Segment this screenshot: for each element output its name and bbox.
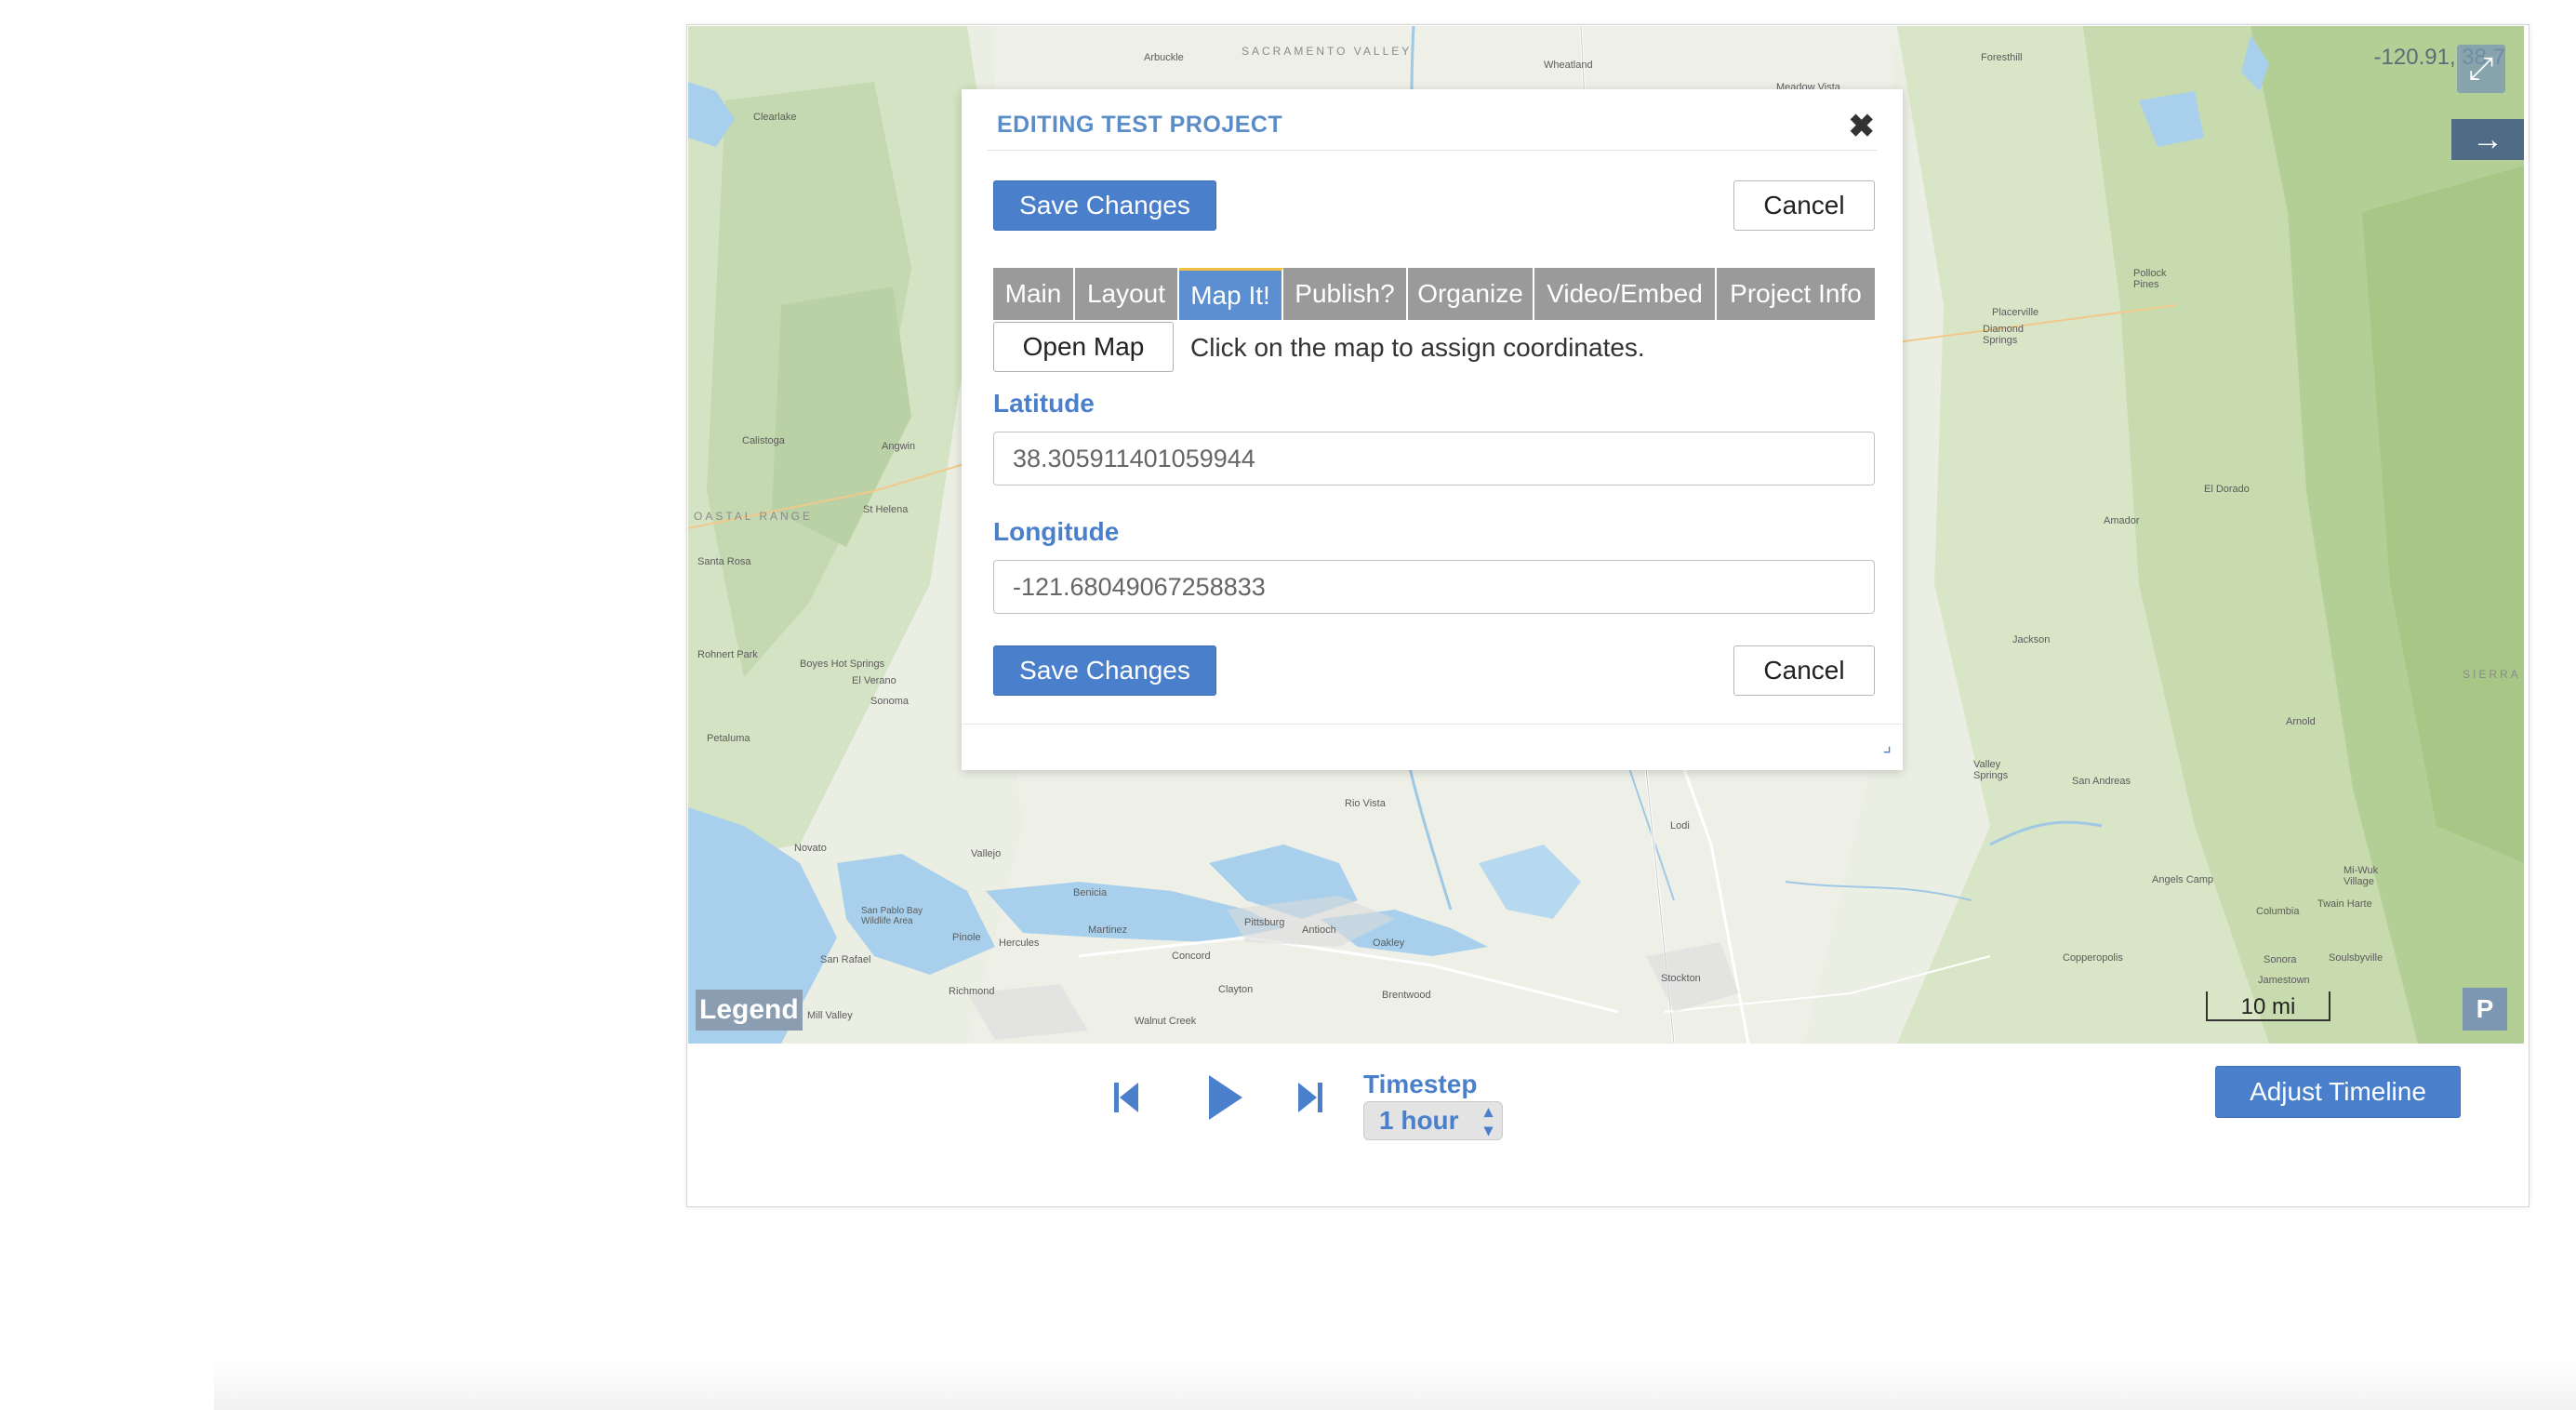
legend-button[interactable]: Legend — [696, 990, 803, 1031]
map-label-lodi: Lodi — [1670, 820, 1690, 831]
title-divider — [988, 150, 1877, 151]
cancel-button-bottom[interactable]: Cancel — [1733, 645, 1875, 696]
tab-map-it[interactable]: Map It! — [1179, 268, 1283, 320]
map-label-sacramento-valley: SACRAMENTO VALLEY — [1242, 45, 1413, 58]
timestep-select[interactable]: 1 hour ▴ ▾ — [1363, 1101, 1503, 1140]
dialog-title: EDITING TEST PROJECT — [997, 112, 1283, 138]
map-label-clayton: Clayton — [1218, 984, 1254, 995]
tab-video-embed[interactable]: Video/Embed — [1534, 268, 1717, 320]
cancel-button-top[interactable]: Cancel — [1733, 180, 1875, 231]
footer-divider — [962, 724, 1903, 725]
map-label-placerville: Placerville — [1992, 307, 2039, 318]
map-label-petaluma: Petaluma — [707, 733, 750, 744]
scale-bar: 10 mi — [2206, 991, 2330, 1021]
map-label-hercules: Hercules — [999, 938, 1040, 949]
map-label-san-rafael: San Rafael — [820, 954, 871, 965]
select-arrows-icon: ▴ ▾ — [1483, 1102, 1493, 1139]
map-label-clearlake: Clearlake — [753, 112, 797, 123]
expand-icon[interactable]: ⤢ — [2457, 45, 2505, 93]
open-map-button[interactable]: Open Map — [993, 322, 1174, 372]
map-label-san-pablo-bay: San Pablo Bay Wildlife Area — [861, 906, 923, 926]
tab-organize[interactable]: Organize — [1408, 268, 1534, 320]
adjust-timeline-button[interactable]: Adjust Timeline — [2215, 1066, 2461, 1118]
map-label-mi-wuk-village: Mi-Wuk Village — [2344, 865, 2379, 887]
map-label-calistoga: Calistoga — [742, 435, 785, 446]
map-label-sierra: SIERRA — [2463, 668, 2521, 681]
skip-last-icon[interactable] — [1296, 1079, 1324, 1116]
map-label-walnut-creek: Walnut Creek — [1135, 1016, 1197, 1027]
map-label-twain-harte: Twain Harte — [2317, 898, 2372, 910]
map-label-rio-vista: Rio Vista — [1345, 798, 1386, 809]
page-bottom-shadow — [214, 1358, 2576, 1410]
map-label-benicia: Benicia — [1073, 887, 1108, 898]
skip-first-icon[interactable] — [1112, 1079, 1140, 1116]
map-label-sonora: Sonora — [2264, 954, 2297, 965]
longitude-input[interactable] — [993, 560, 1875, 614]
map-label-martinez: Martinez — [1088, 924, 1128, 936]
map-label-rohnert-park: Rohnert Park — [697, 649, 758, 660]
map-label-el-verano: El Verano — [852, 675, 896, 686]
tab-main[interactable]: Main — [993, 268, 1075, 320]
timestep-value: 1 hour — [1379, 1106, 1459, 1135]
map-label-angwin: Angwin — [882, 441, 916, 452]
tab-bar: Main Layout Map It! Publish? Organize Vi… — [993, 268, 1875, 320]
map-label-pollock-pines: Pollock Pines — [2133, 268, 2167, 290]
tab-project-info[interactable]: Project Info — [1717, 268, 1875, 320]
map-label-el-dorado: El Dorado — [2204, 484, 2250, 495]
map-hint-text: Click on the map to assign coordinates. — [1190, 333, 1645, 362]
save-changes-button-top[interactable]: Save Changes — [993, 180, 1216, 231]
map-label-stockton: Stockton — [1661, 973, 1701, 984]
map-label-santa-rosa: Santa Rosa — [697, 556, 751, 567]
map-label-diamond-springs: Diamond Springs — [1983, 324, 2025, 346]
p-button[interactable]: P — [2463, 988, 2507, 1031]
map-label-antioch: Antioch — [1302, 924, 1336, 936]
play-icon[interactable] — [1205, 1073, 1244, 1122]
map-label-amador: Amador — [2104, 515, 2140, 526]
map-label-columbia: Columbia — [2256, 906, 2300, 917]
map-label-copperopolis: Copperopolis — [2063, 952, 2123, 964]
map-label-valley-springs: Valley Springs — [1973, 759, 2009, 781]
tab-publish[interactable]: Publish? — [1283, 268, 1408, 320]
map-label-sonoma: Sonoma — [870, 696, 909, 707]
map-label-brentwood: Brentwood — [1382, 990, 1431, 1001]
latitude-label: Latitude — [993, 389, 1095, 418]
map-label-oakley: Oakley — [1373, 938, 1405, 949]
map-label-wheatland: Wheatland — [1544, 60, 1593, 71]
timestep-label: Timestep — [1363, 1070, 1478, 1098]
map-label-angels-camp: Angels Camp — [2152, 874, 2214, 885]
map-label-pinole: Pinole — [952, 932, 981, 943]
latitude-input[interactable] — [993, 432, 1875, 486]
map-label-novato: Novato — [794, 843, 827, 854]
map-label-soulsbyville: Soulsbyville — [2329, 952, 2383, 964]
save-changes-button-bottom[interactable]: Save Changes — [993, 645, 1216, 696]
tab-layout[interactable]: Layout — [1075, 268, 1179, 320]
map-label-concord: Concord — [1172, 951, 1211, 962]
longitude-label: Longitude — [993, 517, 1120, 546]
map-label-st-helena: St Helena — [863, 504, 909, 515]
map-label-coast-range: OASTAL RANGE — [694, 510, 814, 523]
map-label-richmond: Richmond — [949, 986, 995, 997]
edit-project-dialog: EDITING TEST PROJECT ✖ Save Changes Canc… — [962, 89, 1903, 770]
map-label-mill-valley: Mill Valley — [807, 1010, 853, 1021]
close-icon[interactable]: ✖ — [1849, 108, 1876, 145]
map-label-arbuckle: Arbuckle — [1144, 52, 1184, 63]
map-label-boyes-hot-springs: Boyes Hot Springs — [800, 658, 885, 670]
arrow-right-icon[interactable]: → — [2451, 119, 2524, 160]
map-label-vallejo: Vallejo — [971, 848, 1002, 859]
map-label-san-andreas: San Andreas — [2072, 776, 2131, 787]
resize-handle-icon[interactable]: ⌟ — [1883, 734, 1892, 757]
map-label-pittsburg: Pittsburg — [1244, 917, 1285, 928]
map-label-arnold: Arnold — [2286, 716, 2316, 727]
map-label-foresthill: Foresthill — [1981, 52, 2023, 63]
map-label-jamestown: Jamestown — [2258, 975, 2310, 986]
map-label-jackson: Jackson — [2012, 634, 2051, 645]
